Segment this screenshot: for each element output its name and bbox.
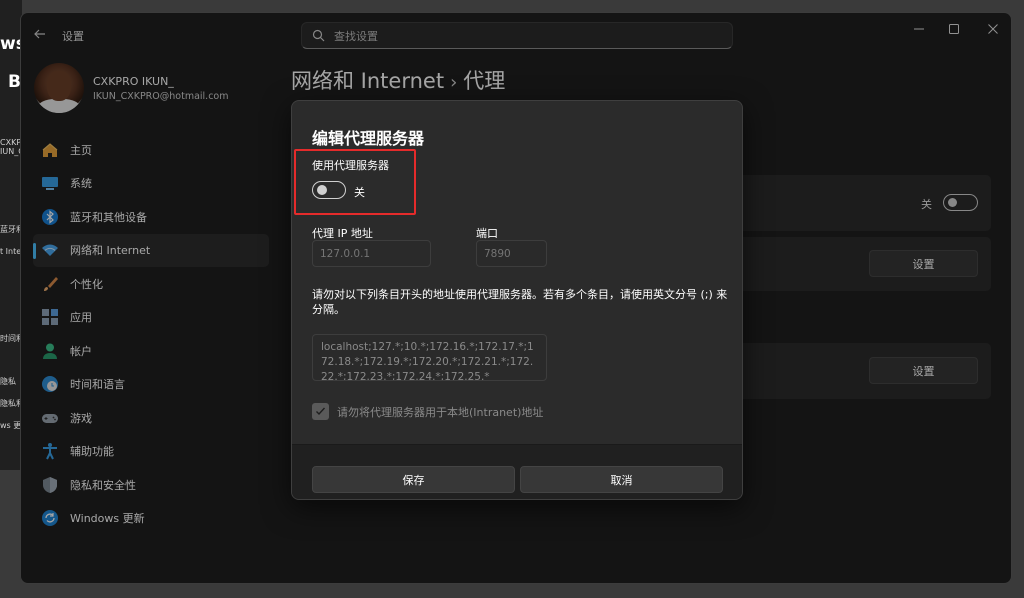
bg-fragment: 时间和语言 xyxy=(0,334,22,343)
dialog-title: 编辑代理服务器 xyxy=(312,129,425,148)
bg-fragment: ws 更新 xyxy=(0,421,22,430)
proxy-ip-input[interactable] xyxy=(312,240,431,267)
proxy-ip-label: 代理 IP 地址 xyxy=(312,227,373,240)
check-icon xyxy=(316,407,326,416)
bypass-list-textarea[interactable]: localhost;127.*;10.*;172.16.*;172.17.*;1… xyxy=(312,334,547,381)
bg-fragment: CXKPRO xyxy=(0,138,22,147)
cancel-button[interactable]: 取消 xyxy=(520,466,723,493)
background-window: ws1 B CXKPRO IUN_CX 蓝牙和其他 t Inter 时间和语言 … xyxy=(0,0,22,470)
bg-fragment: 蓝牙和其他 xyxy=(0,225,22,234)
dialog-footer: 保存 取消 xyxy=(292,444,742,499)
settings-window: 设置 CXKPRO IKUN_ IKUN_CXKPRO@hotmail.com … xyxy=(20,12,1012,584)
use-proxy-toggle-state: 关 xyxy=(354,186,365,199)
bg-fragment: t Inter xyxy=(0,247,22,256)
edit-proxy-dialog: 编辑代理服务器 使用代理服务器 关 代理 IP 地址 端口 请勿对以下列条目开头… xyxy=(291,100,743,500)
bg-fragment: IUN_CX xyxy=(0,147,22,156)
local-address-checkbox[interactable] xyxy=(312,403,329,420)
port-label: 端口 xyxy=(476,227,498,240)
bg-fragment: 隐私 xyxy=(0,377,16,386)
bypass-description: 请勿对以下列条目开头的地址使用代理服务器。若有多个条目，请使用英文分号 (;) … xyxy=(312,288,728,316)
use-proxy-label: 使用代理服务器 xyxy=(312,159,389,172)
local-address-checkbox-label: 请勿将代理服务器用于本地(Intranet)地址 xyxy=(337,406,544,419)
save-button[interactable]: 保存 xyxy=(312,466,515,493)
bg-fragment: ws1 xyxy=(0,34,22,54)
use-proxy-toggle[interactable] xyxy=(312,181,346,199)
port-input[interactable] xyxy=(476,240,547,267)
bg-fragment: 隐私和安全性 xyxy=(0,399,22,408)
